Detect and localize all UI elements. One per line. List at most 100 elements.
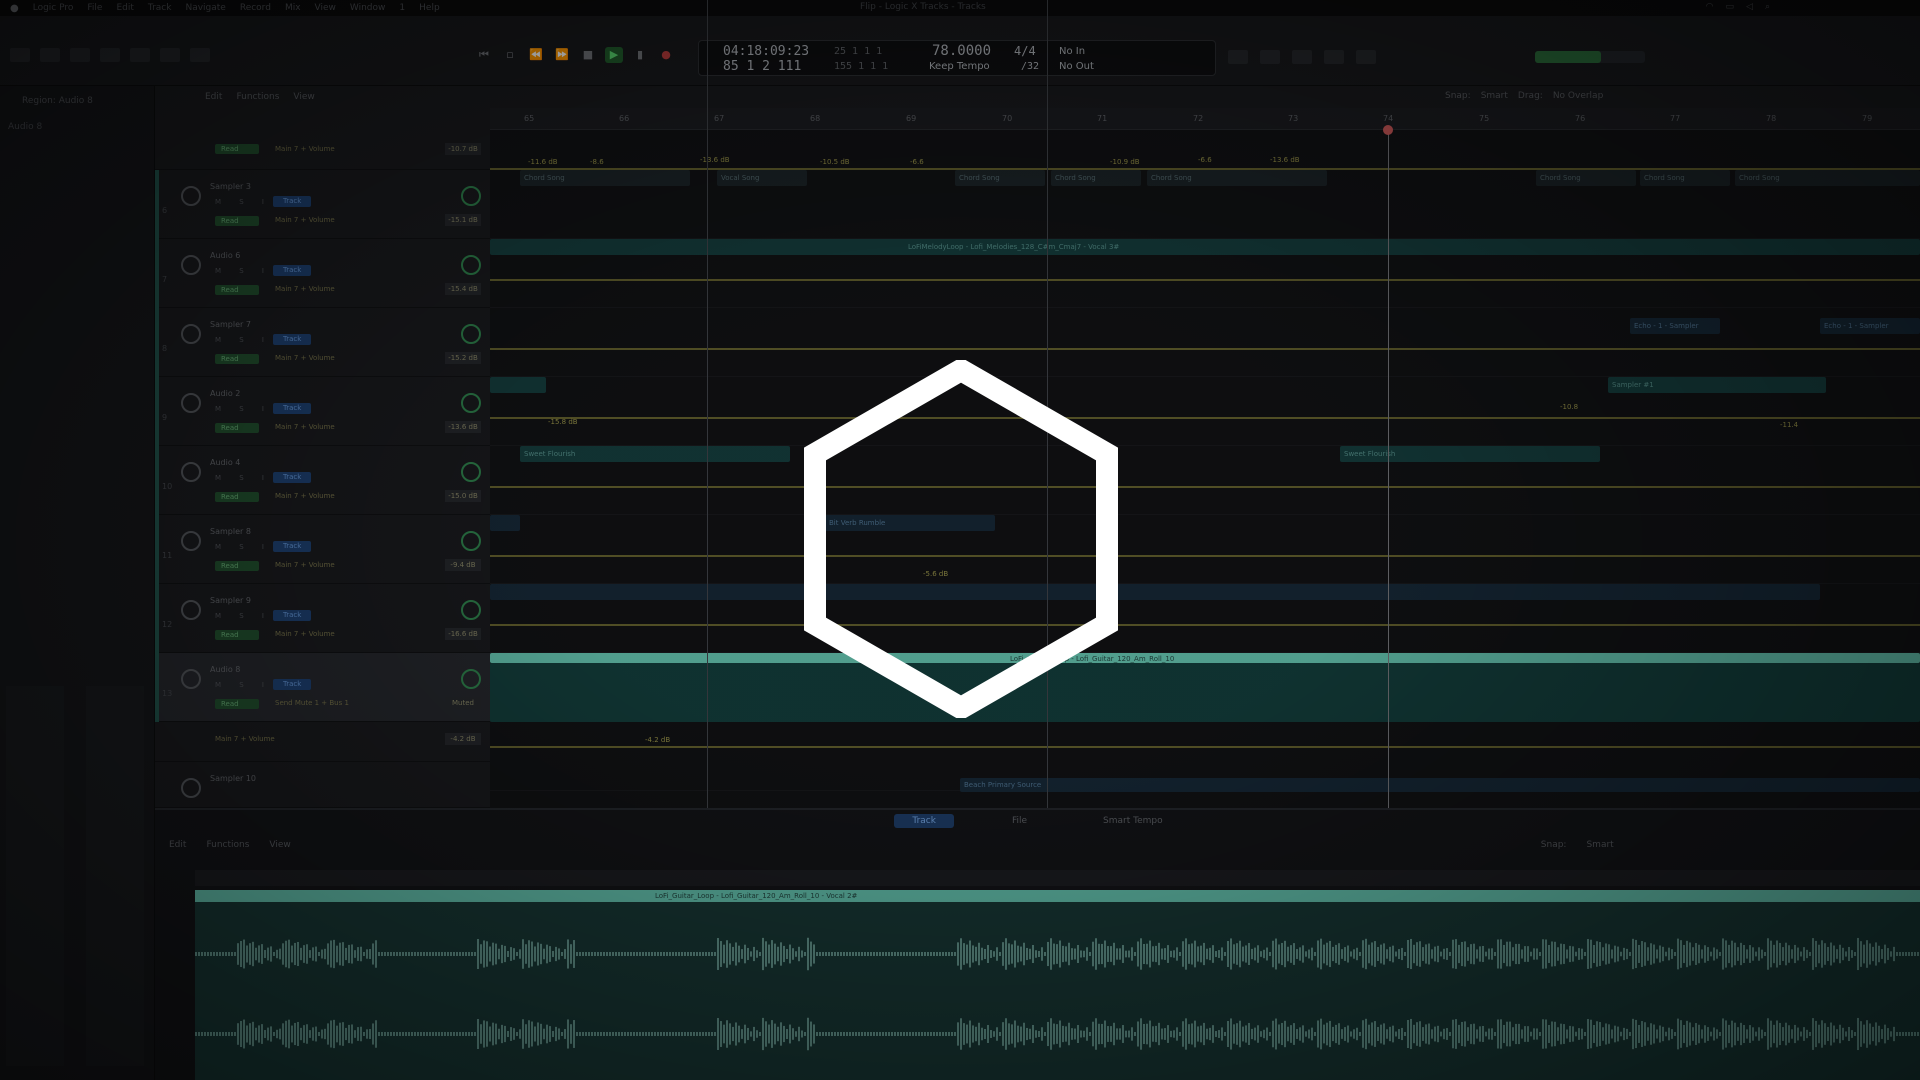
playhead-handle[interactable] — [1383, 125, 1393, 135]
track-name[interactable]: Audio 8 — [210, 665, 240, 674]
track-lane[interactable]: Beach Primary Source — [490, 770, 1920, 808]
track-chip[interactable]: Track — [273, 334, 311, 345]
track-name[interactable]: Audio 2 — [210, 389, 240, 398]
automation-point-label[interactable]: -4.2 dB — [645, 736, 670, 744]
edit-menu[interactable]: Edit — [205, 92, 222, 102]
track-chip[interactable]: Track — [273, 196, 311, 207]
track-header-selected[interactable]: 13 Audio 8 M S I Track Read Send Mute 1 … — [155, 653, 490, 722]
tab-track[interactable]: Track — [894, 814, 954, 828]
playhead[interactable] — [1388, 130, 1389, 808]
track-chip[interactable]: Track — [273, 610, 311, 621]
automation-value[interactable]: -13.6 dB — [445, 421, 481, 433]
play-button[interactable]: ▶ — [605, 47, 623, 63]
track-header[interactable]: Sampler 10 — [155, 762, 490, 808]
volume-knob[interactable] — [461, 324, 481, 344]
menu-mix[interactable]: Mix — [285, 3, 301, 13]
automation-param[interactable]: Main 7 + Volume — [215, 735, 275, 743]
rewind-icon[interactable]: ⏮ — [475, 47, 493, 63]
forward-icon[interactable]: ⏩ — [553, 47, 571, 63]
automation-param[interactable]: Main 7 + Volume — [275, 354, 335, 362]
automation-point-label[interactable]: -11.4 — [1780, 421, 1798, 429]
editor-ruler[interactable] — [195, 870, 1920, 886]
automation-value[interactable]: -10.7 dB — [445, 143, 481, 155]
automation-value[interactable]: -15.0 dB — [445, 490, 481, 502]
automation-param[interactable]: Main 7 + Volume — [275, 630, 335, 638]
track-header[interactable]: 12 Sampler 9 M S I Track Read Main 7 + V… — [155, 584, 490, 653]
automation-value[interactable]: -9.4 dB — [445, 559, 481, 571]
track-buttons[interactable]: M S I — [215, 543, 272, 551]
waveform-display[interactable] — [195, 902, 1920, 1080]
automation-point-label[interactable]: -8.6 — [590, 158, 604, 166]
track-lane-selected[interactable]: LoFi_Guitar_Loop - Lofi_Guitar_120_Am_Ro… — [490, 653, 1920, 722]
track-buttons[interactable]: M S I — [215, 681, 272, 689]
track-chip[interactable]: Track — [273, 679, 311, 690]
automation-value[interactable]: -16.6 dB — [445, 628, 481, 640]
automation-param[interactable]: Main 7 + Volume — [275, 216, 335, 224]
tuner-icon[interactable] — [1356, 50, 1376, 64]
automation-value[interactable]: Muted — [445, 697, 481, 709]
track-name[interactable]: Sampler 9 — [210, 596, 251, 605]
inspector-button[interactable] — [40, 48, 60, 62]
drag-select[interactable]: No Overlap — [1553, 91, 1603, 101]
snap-select[interactable]: Smart — [1586, 840, 1613, 850]
volume-knob[interactable] — [461, 531, 481, 551]
cycle-icon[interactable] — [1324, 50, 1344, 64]
edit-menu[interactable]: Edit — [169, 840, 186, 850]
menu-help[interactable]: Help — [419, 3, 440, 13]
track-chip[interactable]: Track — [273, 541, 311, 552]
track-header[interactable]: 10 Audio 4 M S I Track Read Main 7 + Vol… — [155, 446, 490, 515]
track-name[interactable]: Sampler 7 — [210, 320, 251, 329]
region[interactable]: Echo - 1 - Sampler — [1820, 318, 1920, 334]
automation-mode[interactable]: Read — [215, 216, 259, 226]
automation-mode[interactable]: Read — [215, 285, 259, 295]
track-lane[interactable]: Bit Verb Rumble — [490, 515, 1920, 584]
view-menu[interactable]: View — [293, 92, 314, 102]
volume-knob[interactable] — [461, 255, 481, 275]
automation-value[interactable]: -15.4 dB — [445, 283, 481, 295]
wifi-icon[interactable]: ◠ — [1706, 2, 1714, 12]
battery-icon[interactable]: ▭ — [1726, 2, 1735, 12]
time-signature[interactable]: 4/4 — [1014, 44, 1036, 58]
track-buttons[interactable]: M S I — [215, 267, 272, 275]
menu-navigate[interactable]: Navigate — [185, 3, 225, 13]
apple-menu-icon[interactable]: ● — [10, 3, 19, 14]
track-name[interactable]: Sampler 3 — [210, 182, 251, 191]
search-icon[interactable]: ⌕ — [1765, 2, 1770, 12]
stop-button[interactable]: ■ — [579, 47, 597, 63]
automation-param[interactable]: Main 7 + Volume — [275, 561, 335, 569]
master-volume-slider[interactable] — [1535, 51, 1645, 63]
record-button[interactable]: ● — [657, 47, 675, 63]
automation-value[interactable]: -4.2 dB — [445, 733, 481, 745]
automation-param[interactable]: Main 7 + Volume — [275, 285, 335, 293]
automation-value[interactable]: -15.1 dB — [445, 214, 481, 226]
automation-point-label[interactable]: -6.6 — [1198, 156, 1212, 164]
track-lane[interactable]: -5.6 dB — [490, 570, 1920, 653]
track-buttons[interactable]: M S I — [215, 612, 272, 620]
menu-track[interactable]: Track — [148, 3, 172, 13]
automation-param[interactable]: Main 7 + Volume — [275, 423, 335, 431]
track-lane[interactable]: Sampler #1 -15.8 dB -10.8 -11.4 — [490, 377, 1920, 446]
region[interactable]: LoFi_Guitar_Loop - Lofi_Guitar_120_Am_Ro… — [490, 653, 1920, 663]
timeline-ruler[interactable]: 65 66 67 68 69 70 71 72 73 74 75 76 77 7… — [490, 108, 1920, 130]
undo-icon[interactable] — [1228, 50, 1248, 64]
region[interactable]: Sweet Flourish — [1340, 446, 1600, 462]
tempo-value[interactable]: 78.0000 — [932, 43, 991, 59]
back-icon[interactable]: ⏪ — [527, 47, 545, 63]
toolbar-button[interactable] — [100, 48, 120, 62]
track-chip[interactable]: Track — [273, 403, 311, 414]
track-header[interactable]: 9 Audio 2 M S I Track Read Main 7 + Volu… — [155, 377, 490, 446]
automation-point-label[interactable]: -10.8 — [1560, 403, 1578, 411]
mixer-button[interactable] — [160, 48, 180, 62]
automation-point-label[interactable]: -13.6 dB — [700, 156, 730, 164]
editors-button[interactable] — [190, 48, 210, 62]
track-name[interactable]: Sampler 8 — [210, 527, 251, 536]
track-name[interactable]: Sampler 10 — [210, 774, 256, 783]
waveform-region[interactable] — [490, 663, 1920, 722]
region[interactable]: Chord Song — [1536, 170, 1636, 186]
automation-mode[interactable]: Read — [215, 423, 259, 433]
track-chip[interactable]: Track — [273, 472, 311, 483]
region[interactable]: Chord Song — [1640, 170, 1730, 186]
region[interactable]: Vocal Song — [717, 170, 807, 186]
tempo-mode[interactable]: Keep Tempo — [929, 61, 990, 72]
track-name[interactable]: Audio 6 — [210, 251, 240, 260]
